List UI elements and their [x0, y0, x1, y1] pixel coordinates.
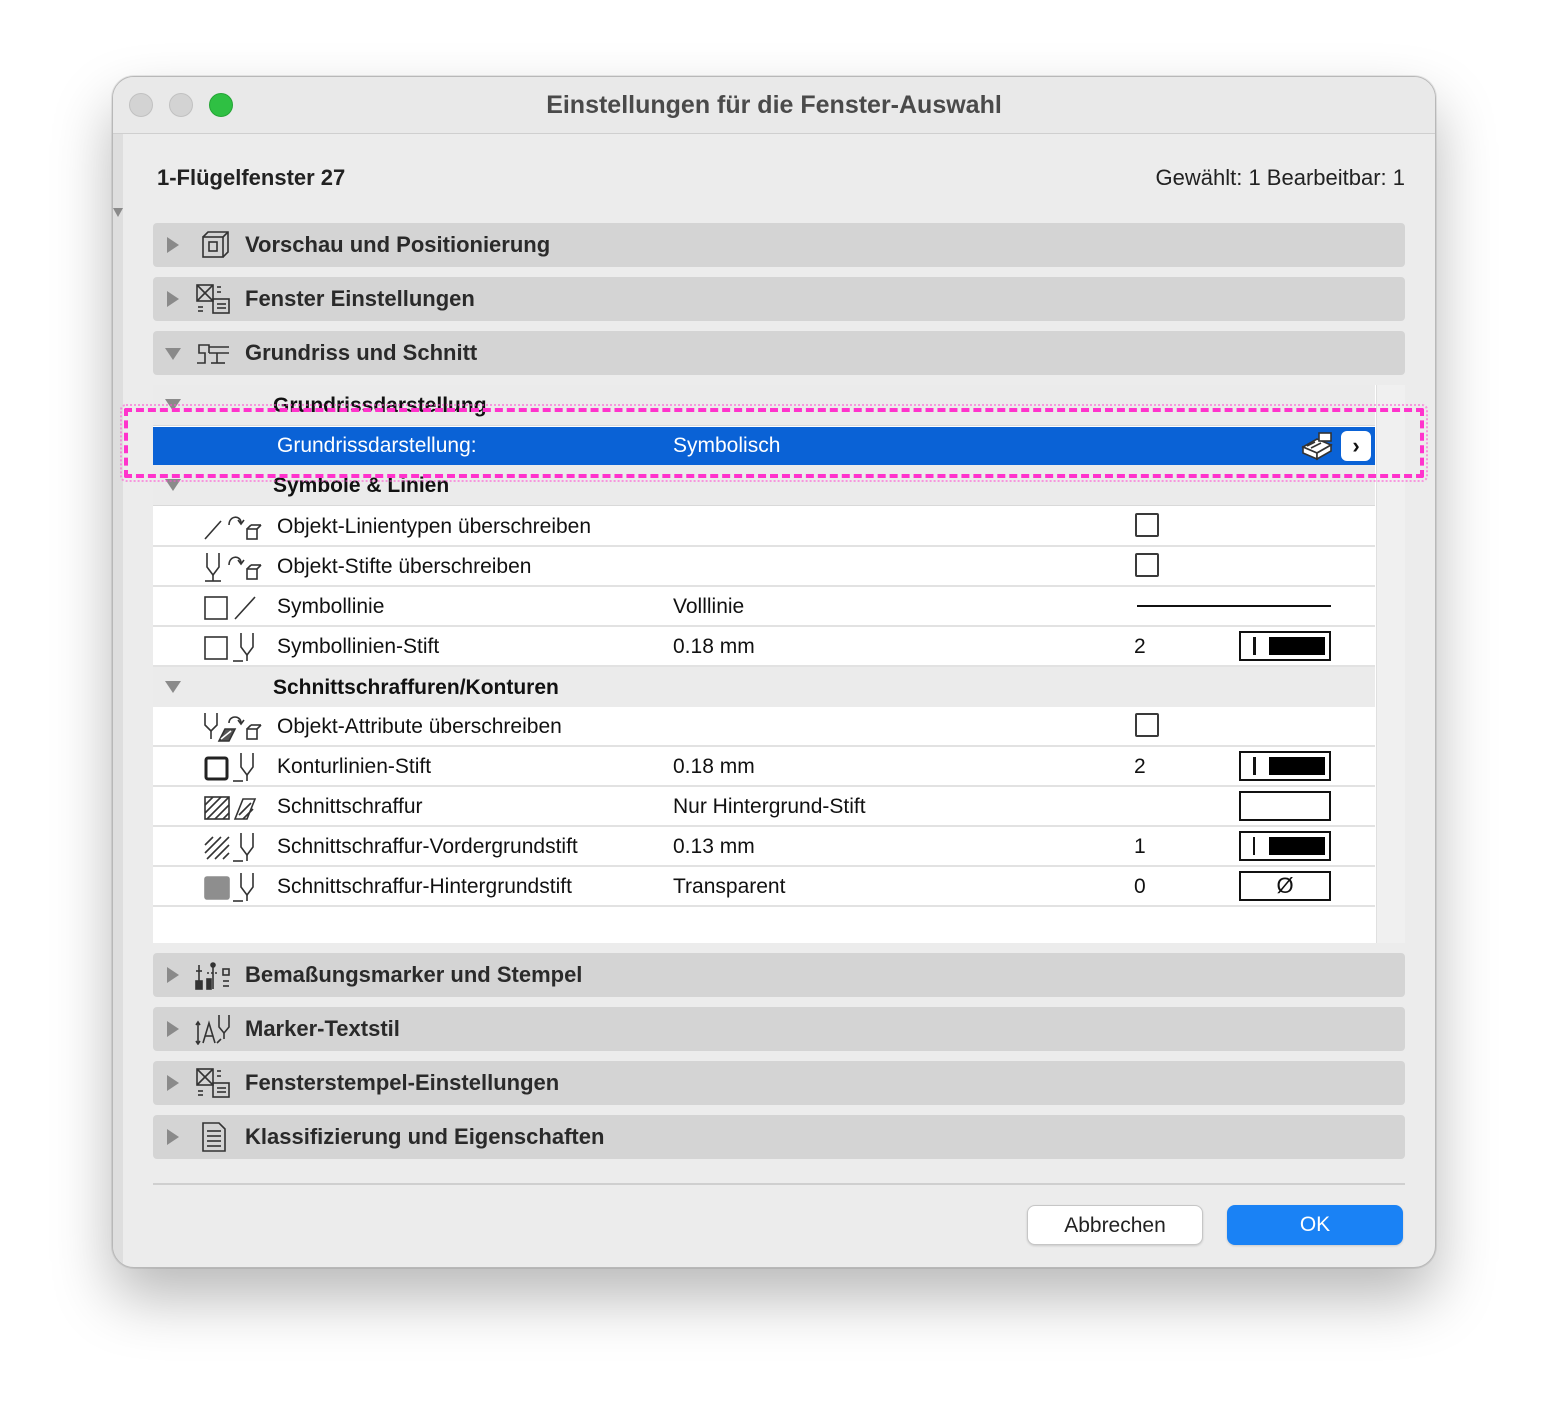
- row-value: 0.18 mm: [673, 635, 755, 658]
- row-override-pens[interactable]: Objekt-Stifte überschreiben: [153, 547, 1375, 587]
- line-type-preview[interactable]: [1137, 605, 1331, 607]
- symbol-line-pen-icon: [203, 631, 263, 663]
- row-override-linetypes[interactable]: Objekt-Linientypen überschreiben: [153, 507, 1375, 547]
- pen-color-swatch[interactable]: [1239, 831, 1331, 861]
- panel-label: Grundriss und Schnitt: [245, 340, 478, 365]
- symbol-line-icon: [203, 591, 263, 623]
- pen-color-swatch[interactable]: [1239, 751, 1331, 781]
- no-color-icon: Ø: [1276, 873, 1294, 898]
- disclosure-right-icon: [167, 1129, 179, 1145]
- floorplan-section-icon: [195, 337, 231, 369]
- panel-label: Vorschau und Positionierung: [245, 232, 551, 257]
- selection-count: Gewählt: 1 Bearbeitbar: 1: [1155, 165, 1405, 190]
- cut-fill-icon: [203, 791, 263, 823]
- disclosure-right-icon: [167, 967, 179, 983]
- disclosure-right-icon: [167, 1075, 179, 1091]
- window-title: Einstellungen für die Fenster-Auswahl: [546, 91, 1002, 119]
- row-label: Objekt-Linientypen überschreiben: [277, 515, 592, 538]
- disclosure-down-icon: [165, 479, 181, 491]
- row-value: Nur Hintergrund-Stift: [673, 795, 866, 818]
- classification-icon: [195, 1121, 231, 1153]
- override-pen-icon: [203, 551, 263, 583]
- row-symbol-line-pen[interactable]: Symbollinien-Stift 0.18 mm 2: [153, 627, 1375, 667]
- sidebar-toggle-strip[interactable]: [113, 134, 123, 1267]
- element-name: 1-Flügelfenster 27: [157, 165, 346, 190]
- disclosure-right-icon: [167, 291, 179, 307]
- footer-divider: [153, 1183, 1405, 1185]
- override-linetypes-checkbox[interactable]: [1135, 513, 1159, 537]
- pen-color-swatch[interactable]: [1239, 631, 1331, 661]
- pen-color-fill: [1269, 837, 1325, 855]
- row-value: 0.13 mm: [673, 835, 755, 858]
- override-linetype-icon: [203, 511, 263, 543]
- window-settings-icon: [195, 283, 231, 315]
- panel-classification-properties[interactable]: Klassifizierung und Eigenschaften: [153, 1115, 1405, 1159]
- pen-weight-bar: [1253, 637, 1256, 655]
- row-label: Konturlinien-Stift: [277, 755, 432, 778]
- override-pens-checkbox[interactable]: [1135, 553, 1159, 577]
- pen-weight-bar: [1253, 757, 1256, 775]
- panel-floorplan-section[interactable]: Grundriss und Schnitt: [153, 331, 1405, 375]
- row-label: Symbollinien-Stift: [277, 635, 440, 658]
- cancel-button[interactable]: Abbrechen: [1027, 1205, 1203, 1245]
- override-attributes-checkbox[interactable]: [1135, 713, 1159, 737]
- fill-pattern-swatch[interactable]: [1239, 791, 1331, 821]
- settings-dialog: Einstellungen für die Fenster-Auswahl 1-…: [112, 76, 1436, 1268]
- row-value: 0.18 mm: [673, 755, 755, 778]
- pen-color-swatch[interactable]: Ø: [1239, 871, 1331, 901]
- panel-window-settings[interactable]: Fenster Einstellungen: [153, 277, 1405, 321]
- disclosure-down-icon: [165, 681, 181, 693]
- triangle-down-icon: [113, 208, 123, 217]
- row-label: Schnittschraffur-Vordergrundstift: [277, 835, 578, 858]
- panel-window-stamp[interactable]: Fensterstempel-Einstellungen: [153, 1061, 1405, 1105]
- marker-text-style-icon: [195, 1013, 231, 1045]
- cut-fill-bg-pen-icon: [203, 871, 263, 903]
- pen-weight-bar: [1253, 837, 1255, 855]
- panel-dimension-markers[interactable]: Bemaßungsmarker und Stempel: [153, 953, 1405, 997]
- row-symbol-line[interactable]: Symbollinie Volllinie: [153, 587, 1375, 627]
- disclosure-down-icon: [165, 348, 181, 360]
- row-override-attributes[interactable]: Objekt-Attribute überschreiben: [153, 707, 1375, 747]
- panel-label: Bemaßungsmarker und Stempel: [245, 962, 583, 987]
- pen-number: 0: [1134, 875, 1146, 898]
- override-attributes-icon: [203, 711, 263, 743]
- row-label: Objekt-Stifte überschreiben: [277, 555, 532, 578]
- pen-number: 1: [1134, 835, 1146, 858]
- panel-label: Fensterstempel-Einstellungen: [245, 1070, 560, 1095]
- cut-fill-fg-pen-icon: [203, 831, 263, 863]
- panel-label: Klassifizierung und Eigenschaften: [245, 1124, 605, 1149]
- ok-button[interactable]: OK: [1227, 1205, 1403, 1245]
- row-cut-fill[interactable]: Schnittschraffur Nur Hintergrund-Stift: [153, 787, 1375, 827]
- dimension-marker-icon: [195, 959, 231, 991]
- annotation-highlight-box: [120, 404, 1428, 482]
- row-value: Transparent: [673, 875, 786, 898]
- pen-color-fill: [1269, 757, 1325, 775]
- row-label: Schnittschraffur: [277, 795, 423, 818]
- row-contour-pen[interactable]: Konturlinien-Stift 0.18 mm 2: [153, 747, 1375, 787]
- pen-number: 2: [1134, 755, 1146, 778]
- title-bar: Einstellungen für die Fenster-Auswahl: [113, 77, 1435, 134]
- row-value: Volllinie: [673, 595, 745, 618]
- section-header-cut-fills[interactable]: Schnittschraffuren/Konturen: [153, 667, 1375, 708]
- row-cut-fill-background-pen[interactable]: Schnittschraffur-Hintergrundstift Transp…: [153, 867, 1375, 907]
- window-stamp-icon: [195, 1067, 231, 1099]
- disclosure-right-icon: [167, 1021, 179, 1037]
- contour-pen-icon: [203, 751, 263, 783]
- panel-label: Fenster Einstellungen: [245, 286, 475, 311]
- panel-label: Marker-Textstil: [245, 1016, 400, 1041]
- panel-marker-text-style[interactable]: Marker-Textstil: [153, 1007, 1405, 1051]
- row-label: Objekt-Attribute überschreiben: [277, 715, 562, 738]
- row-label: Symbollinie: [277, 595, 385, 618]
- preview-box-icon: [195, 229, 231, 261]
- pen-number: 2: [1134, 635, 1146, 658]
- panel-preview-positioning[interactable]: Vorschau und Positionierung: [153, 223, 1405, 267]
- pen-color-fill: [1269, 637, 1325, 655]
- section-label: Schnittschraffuren/Konturen: [273, 676, 559, 699]
- row-cut-fill-foreground-pen[interactable]: Schnittschraffur-Vordergrundstift 0.13 m…: [153, 827, 1375, 867]
- disclosure-right-icon: [167, 237, 179, 253]
- row-label: Schnittschraffur-Hintergrundstift: [277, 875, 572, 898]
